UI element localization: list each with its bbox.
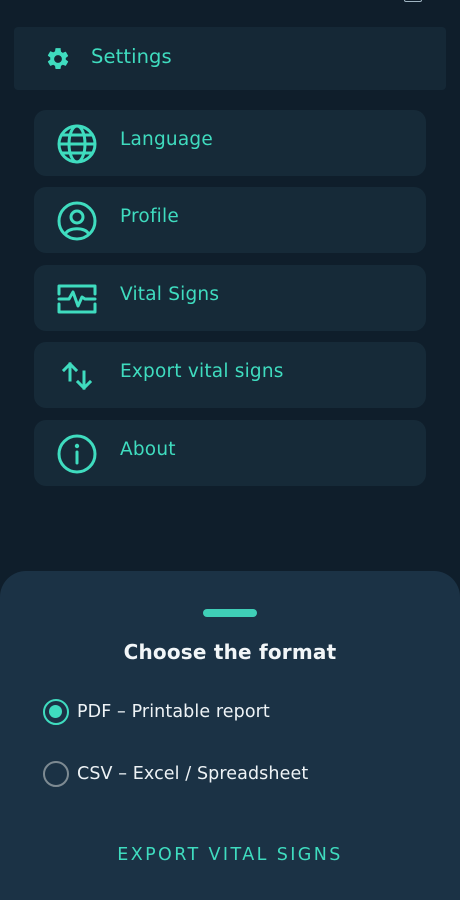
swap-vertical-icon xyxy=(61,361,93,391)
sheet-drag-handle[interactable] xyxy=(203,609,257,617)
menu-item-export-vital-signs[interactable]: Export vital signs xyxy=(34,342,426,408)
menu-item-about[interactable]: About xyxy=(34,420,426,486)
format-option-label: PDF – Printable report xyxy=(77,702,270,722)
menu-item-label: Vital Signs xyxy=(120,284,220,305)
menu-item-vital-signs[interactable]: Vital Signs xyxy=(34,265,426,331)
menu-item-label: Profile xyxy=(120,206,179,227)
status-bar-icon xyxy=(404,0,422,2)
settings-header: Settings xyxy=(14,27,446,90)
gear-icon xyxy=(47,48,69,69)
menu-item-profile[interactable]: Profile xyxy=(34,187,426,253)
sheet-title: Choose the format xyxy=(123,640,337,664)
format-option-pdf[interactable]: PDF – Printable report xyxy=(43,697,270,727)
settings-screen: Settings Language Profile Vital Signs Ex… xyxy=(0,0,460,900)
menu-item-label: Language xyxy=(120,129,213,150)
globe-icon xyxy=(57,124,97,164)
radio-button[interactable] xyxy=(43,761,69,787)
menu-item-language[interactable]: Language xyxy=(34,110,426,176)
user-circle-icon xyxy=(57,201,97,241)
settings-title: Settings xyxy=(91,45,172,68)
export-vital-signs-button[interactable]: EXPORT VITAL SIGNS xyxy=(0,845,460,865)
export-format-sheet: Choose the format PDF – Printable report… xyxy=(0,571,460,900)
format-option-csv[interactable]: CSV – Excel / Spreadsheet xyxy=(43,759,308,789)
info-icon xyxy=(57,434,97,474)
pulse-monitor-icon xyxy=(57,284,97,314)
menu-item-label: About xyxy=(120,439,176,460)
radio-button-selected[interactable] xyxy=(43,699,69,725)
format-option-label: CSV – Excel / Spreadsheet xyxy=(77,764,309,784)
menu-item-label: Export vital signs xyxy=(120,361,284,382)
